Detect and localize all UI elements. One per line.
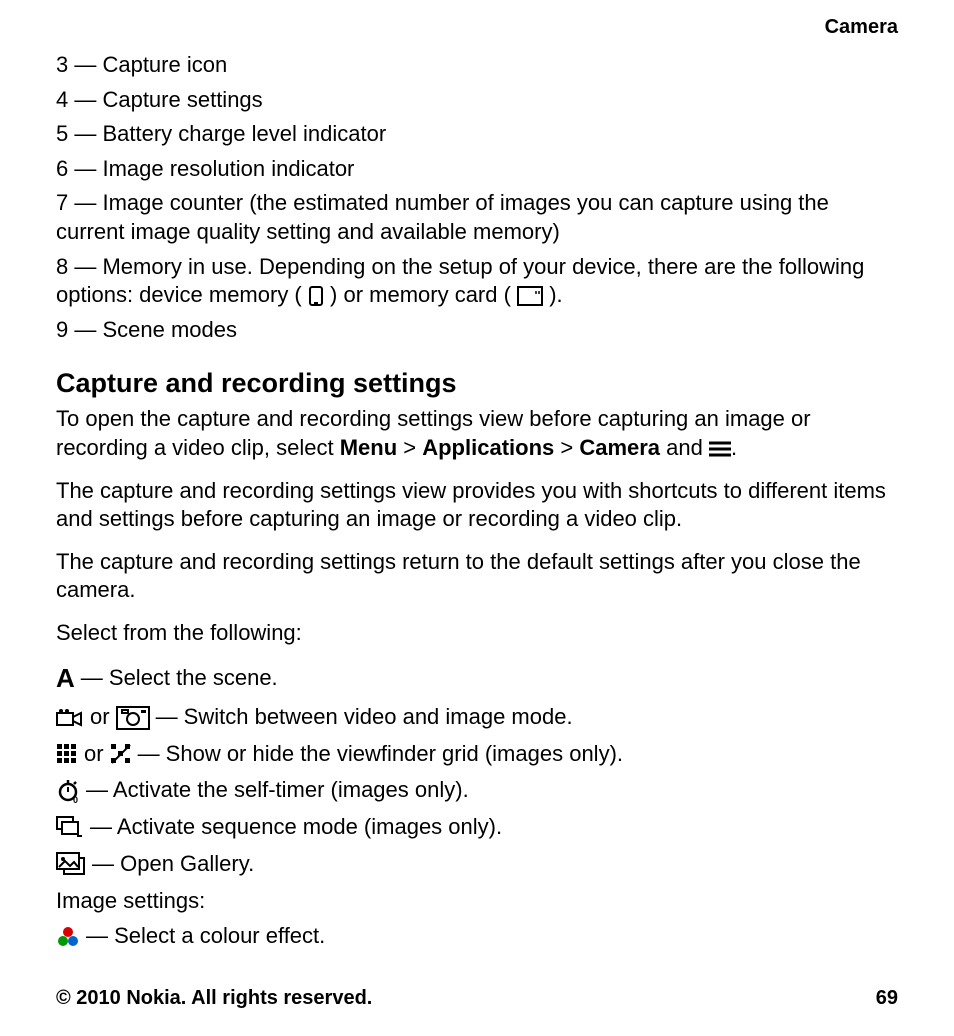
page-number: 69 — [876, 987, 898, 1010]
option-text: — Switch between video and image mode. — [156, 703, 573, 732]
separator: > — [554, 435, 579, 460]
copyright-text: © 2010 Nokia. All rights reserved. — [56, 987, 372, 1010]
memory-card-icon — [517, 286, 543, 306]
option-text: — Open Gallery. — [92, 850, 254, 879]
menu-path: Menu — [340, 435, 397, 460]
page-footer: © 2010 Nokia. All rights reserved. 69 — [56, 987, 898, 1010]
option-text: — Select a colour effect. — [86, 922, 325, 951]
paragraph: The capture and recording settings view … — [56, 477, 898, 534]
gallery-icon — [56, 852, 86, 876]
list-item: 7 — Image counter (the estimated number … — [56, 189, 898, 246]
image-mode-icon — [116, 706, 150, 730]
grid-on-icon — [56, 743, 78, 765]
list-item: 6 — Image resolution indicator — [56, 155, 898, 184]
device-memory-icon — [308, 285, 324, 307]
option-row-scene: A — Select the scene. — [56, 662, 898, 696]
svg-text:0: 0 — [73, 795, 78, 803]
menu-path: Camera — [579, 435, 660, 460]
list-item: 9 — Scene modes — [56, 316, 898, 345]
sequence-mode-icon — [56, 816, 84, 838]
text-part: and — [660, 435, 709, 460]
paragraph: The capture and recording settings retur… — [56, 548, 898, 605]
text-part: . — [731, 435, 737, 460]
list-item: 4 — Capture settings — [56, 86, 898, 115]
paragraph: To open the capture and recording settin… — [56, 405, 898, 462]
text-or: or — [84, 740, 104, 769]
scene-a-icon: A — [56, 662, 75, 696]
menu-path: Applications — [422, 435, 554, 460]
option-text: — Activate the self-timer (images only). — [86, 776, 469, 805]
option-text: — Show or hide the viewfinder grid (imag… — [138, 740, 623, 769]
option-row-switch-mode: or — Switch between video and image mode… — [56, 703, 898, 732]
document-page: Camera 3 — Capture icon 4 — Capture sett… — [0, 0, 954, 1036]
separator: > — [397, 435, 422, 460]
option-row-colour-effect: — Select a colour effect. — [56, 922, 898, 951]
settings-menu-icon — [709, 441, 731, 457]
header-section-title: Camera — [56, 16, 898, 39]
video-mode-icon — [56, 708, 84, 728]
option-text: — Activate sequence mode (images only). — [90, 813, 502, 842]
text-part: ). — [549, 282, 562, 307]
list-item: 8 — Memory in use. Depending on the setu… — [56, 253, 898, 310]
option-row-timer: 0 — Activate the self-timer (images only… — [56, 776, 898, 805]
option-row-gallery: — Open Gallery. — [56, 850, 898, 879]
list-item: 3 — Capture icon — [56, 51, 898, 80]
self-timer-icon: 0 — [56, 779, 80, 803]
option-row-sequence: — Activate sequence mode (images only). — [56, 813, 898, 842]
colour-effect-icon — [56, 925, 80, 949]
option-row-grid: or — Show or hide the viewfinder grid (i… — [56, 740, 898, 769]
subheading: Image settings: — [56, 888, 898, 914]
paragraph: Select from the following: — [56, 619, 898, 648]
text-or: or — [90, 703, 110, 732]
text-part: ) or memory card ( — [330, 282, 511, 307]
option-text: — Select the scene. — [81, 664, 278, 693]
grid-off-icon — [110, 743, 132, 765]
section-heading: Capture and recording settings — [56, 368, 898, 399]
list-item: 5 — Battery charge level indicator — [56, 120, 898, 149]
